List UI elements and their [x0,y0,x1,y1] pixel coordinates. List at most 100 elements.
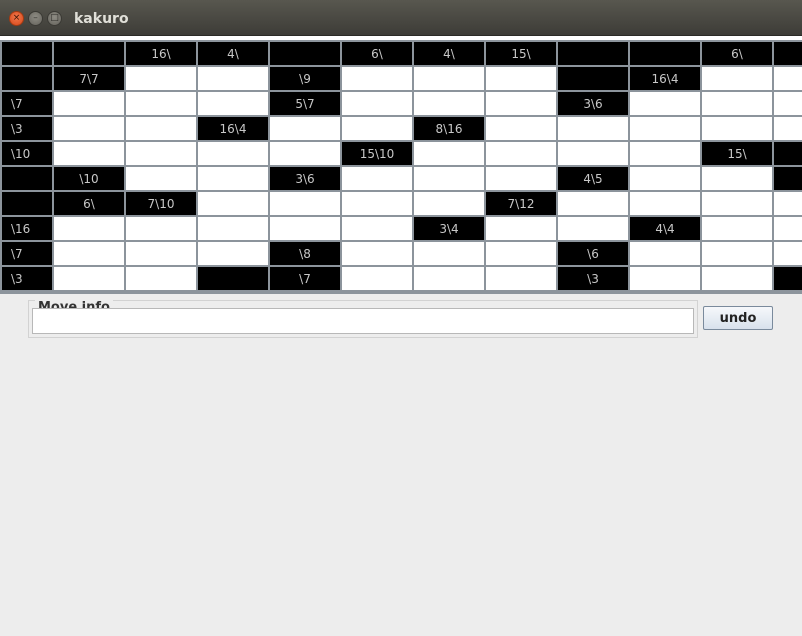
entry-cell[interactable] [270,117,340,140]
kakuro-board: 16\4\6\4\15\6\7\7\7\916\4\75\73\6\316\48… [0,40,802,294]
entry-cell[interactable] [198,192,268,215]
clue-cell: 3\6 [558,92,628,115]
clue-cell: \10 [54,167,124,190]
entry-cell[interactable] [126,142,196,165]
clue-cell: 7\ [774,167,802,190]
entry-cell[interactable] [54,217,124,240]
entry-cell[interactable] [198,67,268,90]
clue-cell: 3\4 [414,217,484,240]
blocked-cell [630,42,700,65]
entry-cell[interactable] [342,167,412,190]
entry-cell[interactable] [702,242,772,265]
close-window-button[interactable]: × [9,11,24,26]
entry-cell[interactable] [630,92,700,115]
entry-cell[interactable] [630,117,700,140]
entry-cell[interactable] [54,92,124,115]
clue-cell: 4\ [198,42,268,65]
entry-cell[interactable] [486,92,556,115]
entry-cell[interactable] [630,267,700,290]
entry-cell[interactable] [198,242,268,265]
entry-cell[interactable] [774,67,802,90]
entry-cell[interactable] [198,167,268,190]
entry-cell[interactable] [702,92,772,115]
entry-cell[interactable] [342,92,412,115]
entry-cell[interactable] [414,242,484,265]
entry-cell[interactable] [126,167,196,190]
entry-cell[interactable] [486,67,556,90]
entry-cell[interactable] [702,267,772,290]
entry-cell[interactable] [558,217,628,240]
clue-cell: 6\ [702,42,772,65]
undo-button[interactable]: undo [703,306,773,330]
entry-cell[interactable] [198,92,268,115]
entry-cell[interactable] [486,167,556,190]
entry-cell[interactable] [414,92,484,115]
entry-cell[interactable] [486,242,556,265]
entry-cell[interactable] [774,242,802,265]
entry-cell[interactable] [54,242,124,265]
entry-cell[interactable] [486,117,556,140]
entry-cell[interactable] [702,117,772,140]
entry-cell[interactable] [702,167,772,190]
clue-cell: 7\10 [126,192,196,215]
entry-cell[interactable] [270,142,340,165]
entry-cell[interactable] [198,217,268,240]
entry-cell[interactable] [270,217,340,240]
entry-cell[interactable] [630,192,700,215]
blocked-cell [2,42,52,65]
entry-cell[interactable] [774,92,802,115]
entry-cell[interactable] [342,267,412,290]
entry-cell[interactable] [414,67,484,90]
entry-cell[interactable] [486,142,556,165]
entry-cell[interactable] [630,242,700,265]
entry-cell[interactable] [630,167,700,190]
clue-cell: 4\5 [558,167,628,190]
entry-cell[interactable] [342,242,412,265]
entry-cell[interactable] [702,192,772,215]
entry-cell[interactable] [342,67,412,90]
clue-cell: 6\ [342,42,412,65]
entry-cell[interactable] [342,117,412,140]
entry-cell[interactable] [486,267,556,290]
entry-cell[interactable] [774,117,802,140]
entry-cell[interactable] [414,142,484,165]
maximize-window-button[interactable]: □ [47,11,62,26]
entry-cell[interactable] [558,117,628,140]
entry-cell[interactable] [630,142,700,165]
entry-cell[interactable] [414,267,484,290]
entry-cell[interactable] [54,267,124,290]
entry-cell[interactable] [54,142,124,165]
entry-cell[interactable] [126,67,196,90]
entry-cell[interactable] [126,92,196,115]
entry-cell[interactable] [270,192,340,215]
clue-cell: \7 [2,92,52,115]
entry-cell[interactable] [774,217,802,240]
entry-cell[interactable] [558,142,628,165]
entry-cell[interactable] [126,267,196,290]
entry-cell[interactable] [486,217,556,240]
entry-cell[interactable] [198,142,268,165]
entry-cell[interactable] [414,167,484,190]
clue-cell: 5\7 [270,92,340,115]
entry-cell[interactable] [774,192,802,215]
entry-cell[interactable] [126,217,196,240]
clue-cell: \8 [270,242,340,265]
clue-cell: \3 [558,267,628,290]
clue-cell: 7\7 [54,67,124,90]
move-info-panel: Move info [28,300,698,338]
entry-cell[interactable] [54,117,124,140]
entry-cell[interactable] [558,192,628,215]
entry-cell[interactable] [702,217,772,240]
entry-cell[interactable] [126,242,196,265]
minimize-window-button[interactable]: – [28,11,43,26]
entry-cell[interactable] [126,117,196,140]
clue-cell: 7\ [774,42,802,65]
clue-cell: 15\10 [342,142,412,165]
blocked-cell [2,167,52,190]
entry-cell[interactable] [414,192,484,215]
close-icon: × [12,13,21,23]
entry-cell[interactable] [342,192,412,215]
clue-cell: 16\4 [198,117,268,140]
entry-cell[interactable] [342,217,412,240]
entry-cell[interactable] [702,67,772,90]
